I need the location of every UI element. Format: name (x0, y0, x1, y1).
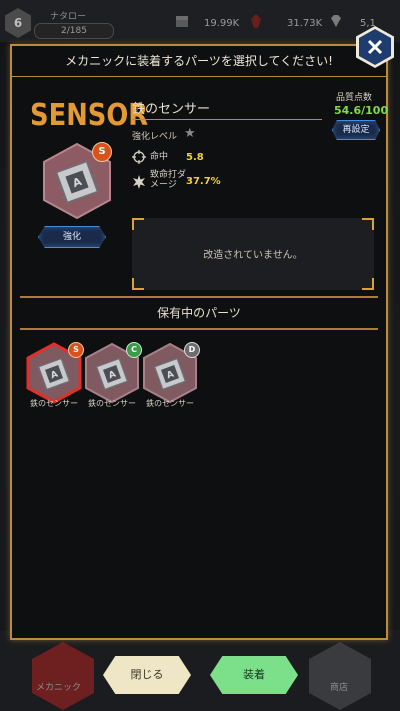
owned-rank-badge: D (184, 342, 200, 358)
quality-score-label: 品質点数 (336, 93, 373, 103)
corner-bl (132, 278, 144, 290)
top-hud: 6 ナタロー 2/185 19.99K 31.73K 5,1 (0, 0, 400, 42)
enhance-level-label: 強化レベル (132, 132, 178, 142)
chest-icon (176, 16, 188, 27)
corner-br (362, 278, 374, 290)
red-crystal-icon (251, 14, 261, 28)
close-icon (359, 29, 391, 65)
stat-crit-damage-label: 致命打ダ メージ (150, 170, 187, 190)
part-category-title: SENSOR (30, 98, 149, 133)
stat-accuracy-label: 命中 (150, 152, 169, 162)
equip-button[interactable]: 装着 (210, 656, 298, 694)
owned-parts-title: 保有中のパーツ (157, 306, 241, 320)
player-level-badge: 6 (5, 8, 31, 38)
resource-1-value: 19.99K (204, 18, 240, 29)
modification-box: 改造されていません。 (132, 218, 374, 290)
close-footer-button[interactable]: 閉じる (103, 656, 191, 694)
owned-rank-badge: C (126, 342, 142, 358)
rank-badge-s: S (92, 142, 112, 162)
stat-accuracy-value: 5.8 (186, 152, 204, 163)
owned-part-name: 鉄のセンサー (88, 399, 136, 408)
parts-select-modal: メカニックに装着するパーツを選択してください! SENSOR A S 強化 鉄の… (10, 44, 388, 640)
resource-2-value: 31.73K (287, 18, 323, 29)
nav-mechanic-label: メカニック (36, 683, 82, 693)
burst-icon (133, 175, 145, 189)
owned-part-name: 鉄のセンサー (30, 399, 78, 408)
reset-button[interactable]: 再設定 (332, 120, 380, 140)
corner-tr (362, 218, 374, 230)
enhance-button[interactable]: 強化 (38, 226, 106, 248)
corner-tl (132, 218, 144, 230)
diamond-icon (331, 15, 341, 27)
nav-shop-label: 商店 (330, 683, 349, 693)
crosshair-icon (132, 150, 146, 164)
quality-score-value: 54.6/100 (334, 104, 389, 117)
name-underline (132, 119, 322, 120)
divider-bottom (20, 328, 378, 330)
modal-header: メカニックに装着するパーツを選択してください! (12, 46, 386, 77)
part-name: 鉄のセンサー (132, 102, 211, 117)
owned-rank-badge: S (68, 342, 84, 358)
exp-bar: 2/185 (34, 23, 114, 39)
player-name: ナタロー (50, 12, 87, 22)
stat-crit-damage-value: 37.7% (186, 176, 221, 187)
star-icon: ★ (184, 126, 196, 141)
owned-part-name: 鉄のセンサー (146, 399, 194, 408)
modification-status: 改造されていません。 (203, 250, 303, 261)
divider-top (20, 296, 378, 298)
